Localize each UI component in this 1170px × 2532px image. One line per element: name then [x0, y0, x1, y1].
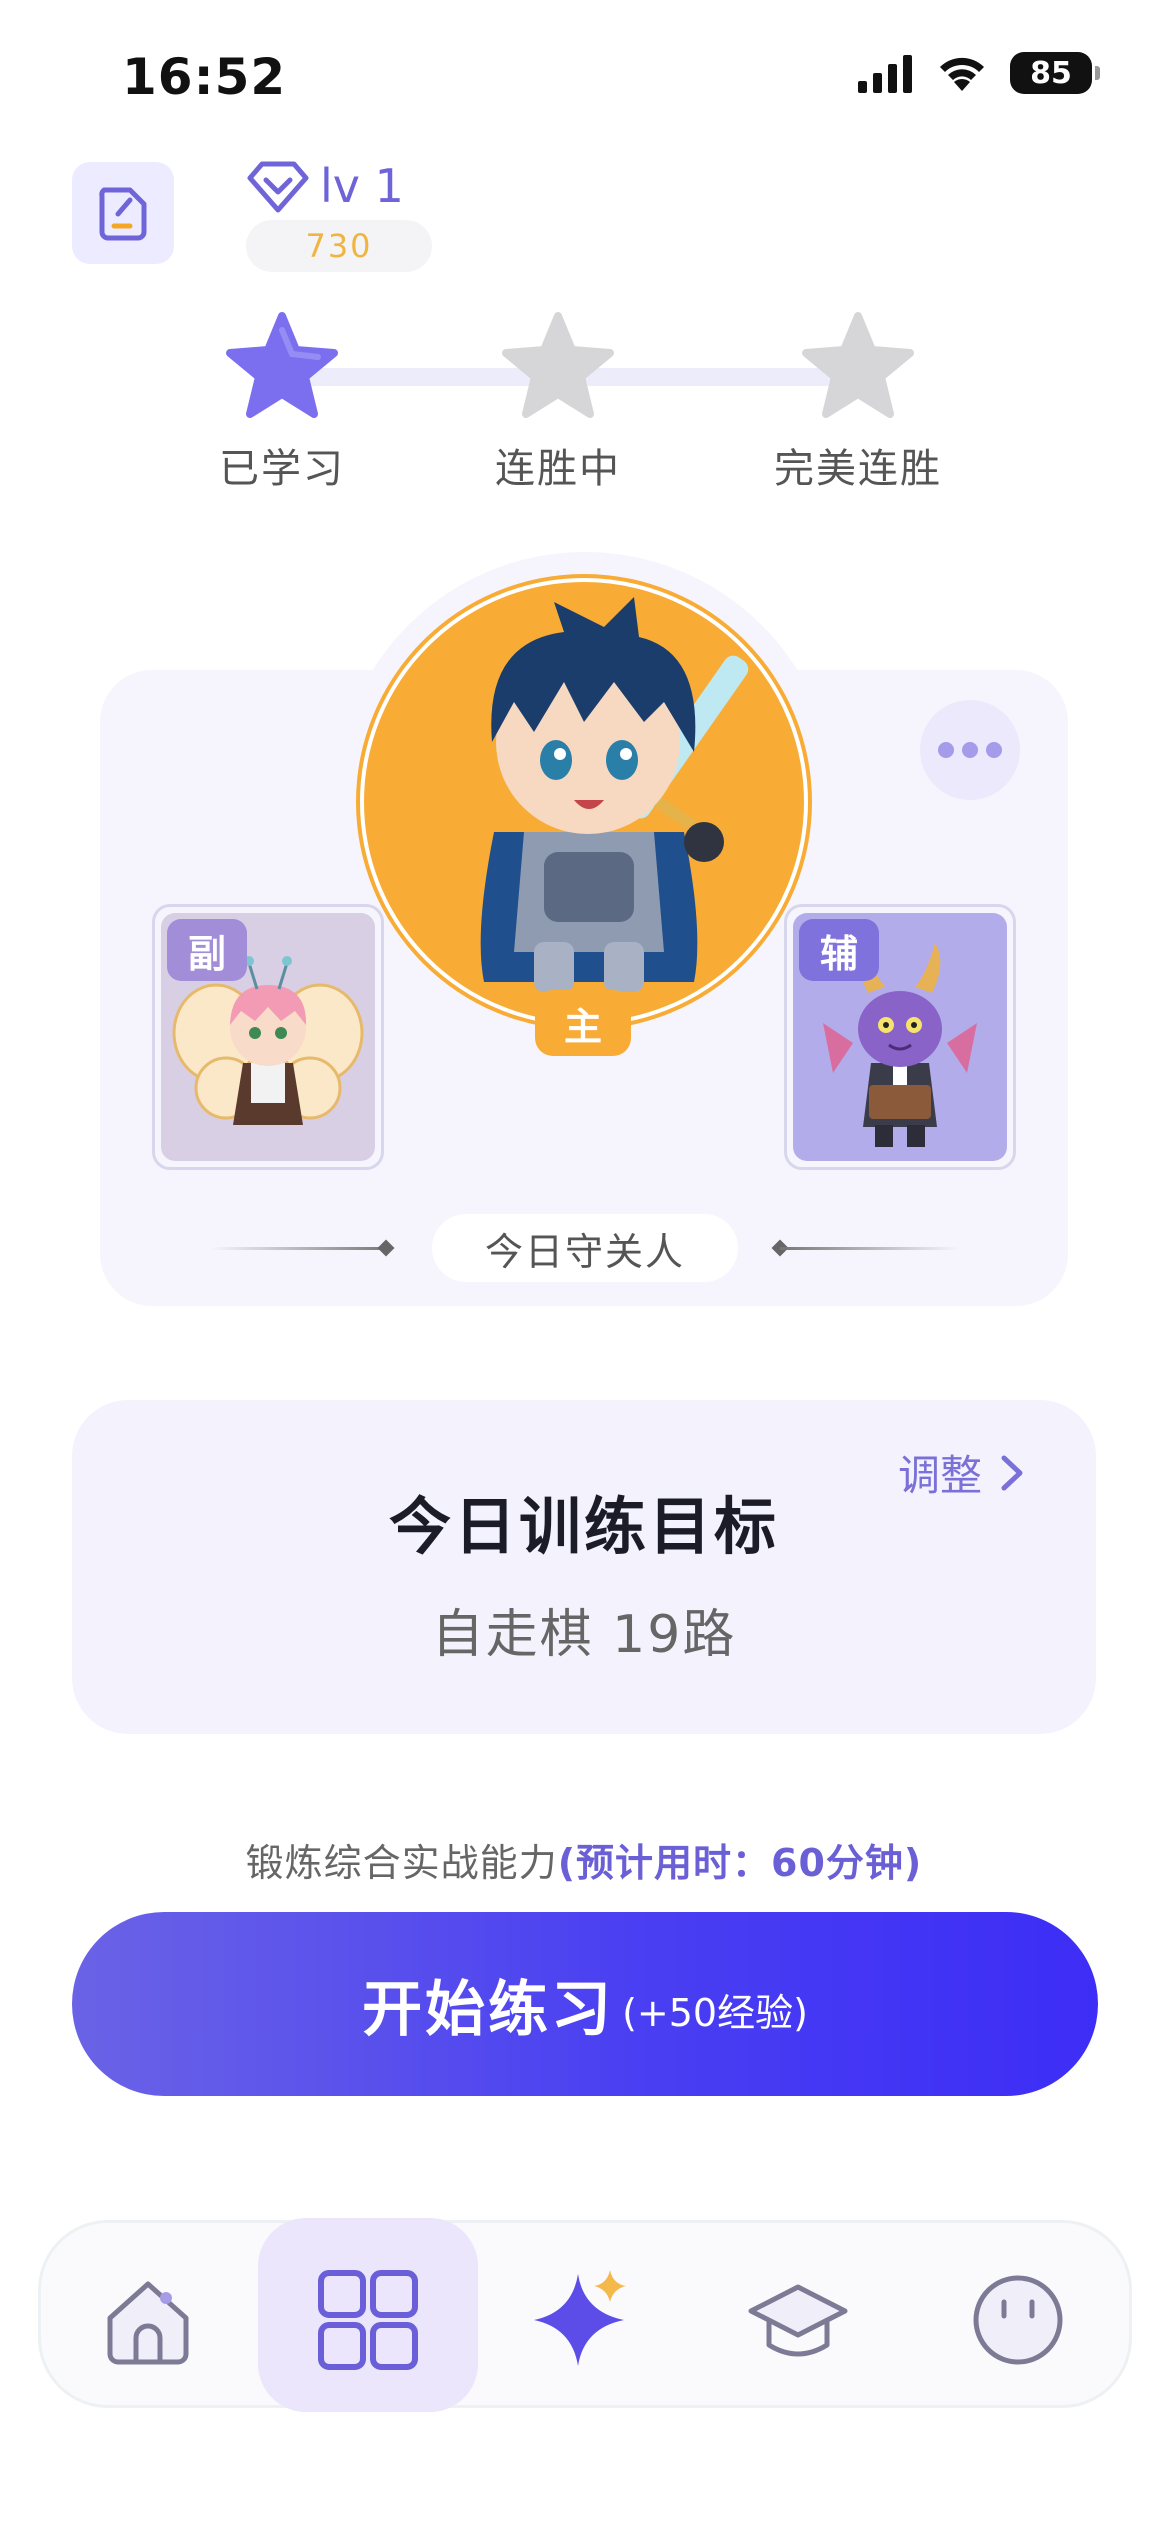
tab-learn[interactable]: [738, 2260, 858, 2380]
main-guardian-badge: 主: [535, 990, 631, 1056]
star-inactive-icon: [802, 312, 914, 418]
tab-home[interactable]: [88, 2260, 208, 2380]
training-subtitle: 自走棋 19路: [431, 1605, 737, 1665]
diamond-icon: [247, 161, 309, 213]
star-active-icon: [226, 312, 338, 418]
start-bonus: (+50经验): [622, 1990, 808, 2035]
deputy-tag: 副: [167, 919, 247, 981]
status-icons: 85: [856, 52, 1100, 94]
step-perfect: 完美连胜: [748, 310, 968, 494]
grid-icon: [318, 2270, 418, 2370]
more-button[interactable]: [920, 700, 1020, 800]
duration-hint: 锻炼综合实战能力(预计用时：60分钟): [72, 1832, 1096, 1887]
training-title: 今日训练目标: [388, 1490, 779, 1563]
start-practice-button[interactable]: 开始练习 (+50经验): [72, 1912, 1098, 2096]
battery-level: 85: [1030, 55, 1072, 91]
guardian-label: 今日守关人: [432, 1214, 738, 1282]
main-guardian-avatar[interactable]: [360, 578, 808, 1026]
star-inactive-icon: [502, 312, 614, 418]
knight-character-icon: [480, 597, 749, 992]
hint-highlight: (预计用时：60分钟): [557, 1841, 923, 1885]
hint-text: 锻炼综合实战能力: [245, 1841, 558, 1885]
step-label: 已学习: [219, 446, 345, 492]
deputy-guardian-avatar: 副: [161, 913, 375, 1161]
step-label: 完美连胜: [774, 446, 942, 492]
graduation-cap-icon: [748, 2284, 848, 2357]
level-text: lv 1: [320, 159, 404, 213]
cellular-signal-icon: [858, 55, 912, 93]
level-indicator: lv 1: [246, 158, 404, 214]
dot: [938, 742, 954, 758]
status-time: 16:52: [122, 48, 287, 106]
deputy-guardian-card[interactable]: 副: [152, 904, 384, 1170]
divider-right: [780, 1247, 960, 1250]
step-learned: 已学习: [172, 310, 392, 494]
assistant-tag: 辅: [799, 919, 879, 981]
tab-sparkle[interactable]: [524, 2260, 644, 2380]
xp-value: 730: [305, 227, 373, 265]
step-streak: 连胜中: [448, 310, 668, 494]
dot: [962, 742, 978, 758]
step-label: 连胜中: [495, 446, 621, 492]
divider-left: [210, 1247, 390, 1250]
xp-pill: 730: [246, 220, 432, 272]
edit-button[interactable]: [72, 162, 174, 264]
wifi-icon: [940, 57, 984, 91]
sparkle-icon: [534, 2270, 626, 2366]
battery-indicator: 85: [1010, 52, 1100, 94]
assistant-guardian-card[interactable]: 辅: [784, 904, 1016, 1170]
tab-grid[interactable]: [308, 2260, 428, 2380]
edit-document-icon: [99, 187, 147, 241]
dot: [986, 742, 1002, 758]
home-icon: [107, 2281, 189, 2365]
assistant-guardian-avatar: 辅: [793, 913, 1007, 1161]
profile-icon: [973, 2275, 1063, 2365]
tab-profile[interactable]: [958, 2260, 1078, 2380]
start-label: 开始练习: [362, 1974, 615, 2045]
